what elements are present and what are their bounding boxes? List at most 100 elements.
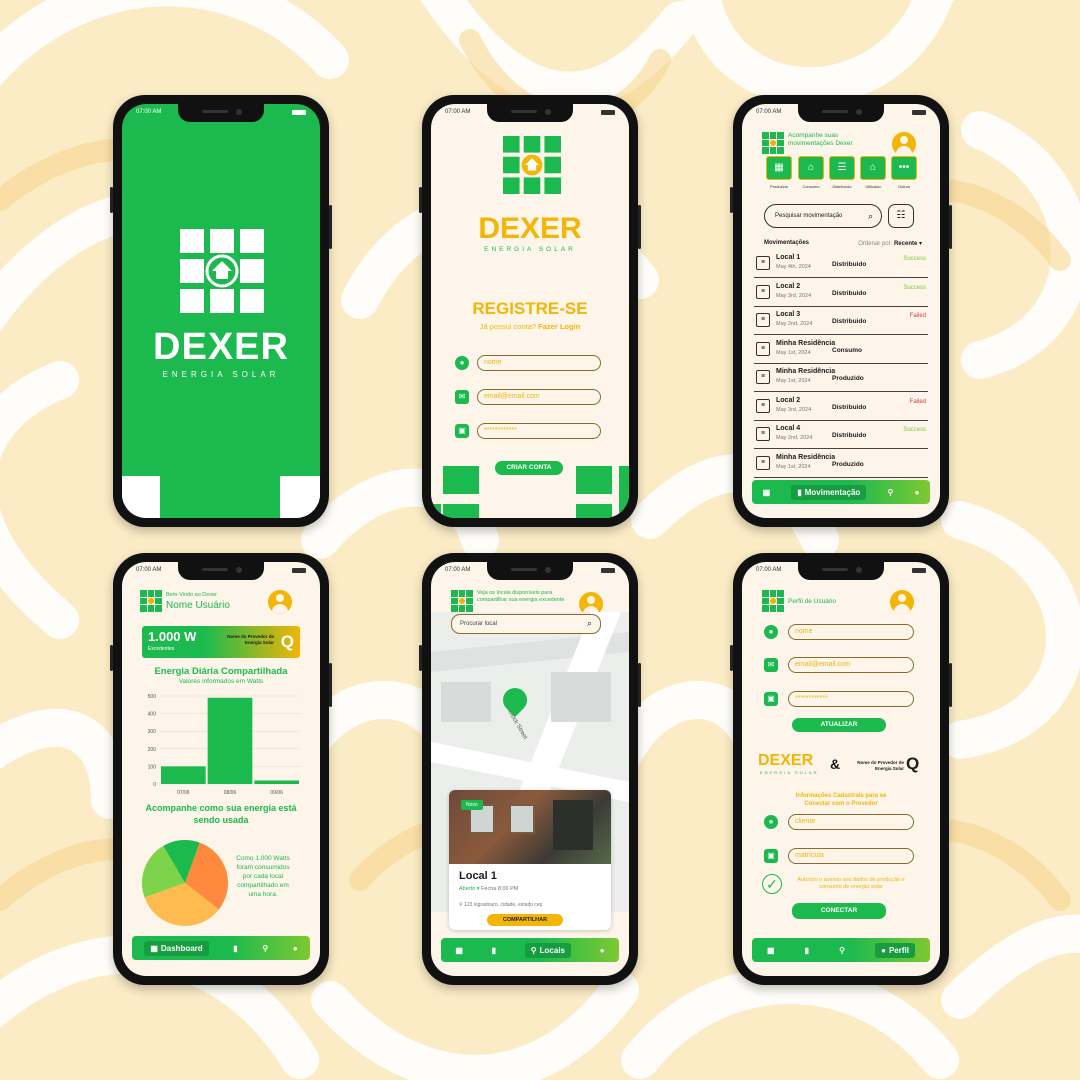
movement-row[interactable]: ≡ Local 2 May 3rd, 2024 Distribuido Success [754,279,928,307]
movement-date: May 1st, 2024 [776,378,811,384]
notch [487,104,573,122]
movement-name: Local 2 [776,396,801,404]
used-category-icon[interactable]: ⌂ [860,156,886,180]
movement-row[interactable]: ≡ Minha Residência May 1st, 2024 Produzido [754,450,928,478]
y-tick-label: 200 [148,747,157,753]
location-icon[interactable]: ⚲ [888,488,894,497]
ampersand: & [830,756,841,772]
chevron-down-icon: ▾ [918,241,922,247]
connect-button[interactable]: CONECTAR [792,903,886,919]
status-time: 07:00 AM [136,567,162,573]
grid-icon[interactable]: ▦ [455,946,463,955]
movement-type: Distribuido [832,318,867,325]
login-link[interactable]: Fazer Login [538,322,580,331]
movements-header: Acompanhe suas movimentações Dexer [788,132,853,147]
movement-search-input[interactable]: Pesquisar movimentação ⌕ [764,204,882,228]
nav-dashboard[interactable]: ▦ Dashboard [144,940,209,956]
y-tick-label: 400 [148,712,157,718]
profile-password-input[interactable]: ************ [788,691,914,707]
name-input[interactable]: nome [477,355,601,371]
lock-icon: ▣ [455,424,469,438]
user-icon[interactable]: ● [293,944,298,953]
share-button[interactable]: COMPARTILHAR [487,914,563,926]
movement-row[interactable]: ≡ Minha Residência May 1st, 2024 Produzido [754,364,928,392]
locals-header: Veja os locais disponíveis para comparti… [477,590,565,603]
distributed-category-icon[interactable]: ☰ [829,156,855,180]
register-title: REGISTRE-SE [472,299,588,318]
more-category-icon[interactable]: ••• [891,156,917,180]
chart-icon[interactable]: ▮ [492,946,496,955]
local-hours: Aberto ▾ Fecha 8:00 PM [459,886,519,892]
open-status: Aberto [459,886,476,892]
movements-screen: 07:00 AM Acompanhe suas movimentações De… [742,104,940,518]
search-icon: ⌕ [586,618,592,628]
avatar[interactable] [890,590,914,614]
movement-row[interactable]: ≡ Local 2 May 3rd, 2024 Distribuido Failed [754,393,928,421]
category-label: Outros [897,184,910,189]
grid-icon[interactable]: ▦ [767,946,775,955]
deco-square [576,466,612,494]
search-local-input[interactable]: Procurar local ⌕ [451,614,601,634]
movement-row[interactable]: ≡ Local 3 May 2nd, 2024 Distribuido Failed [754,307,928,335]
nav-profile[interactable]: ● Perfil [875,942,915,958]
grid-icon: ▦ [150,943,158,953]
category-label: Consumo [802,184,820,189]
nav-locals[interactable]: ⚲ Locais [524,942,571,958]
new-badge: Novo [461,800,483,810]
battery-icon [912,568,926,573]
nav-movements[interactable]: ▮ Movimentação [791,484,867,500]
movement-row[interactable]: ≡ Local 4 May 2nd, 2024 Distribuido Success [754,421,928,449]
filter-icon[interactable]: ☷ [888,204,914,228]
deco-square [619,466,629,518]
update-button[interactable]: ATUALIZAR [792,718,886,732]
user-name: Nome Usuário [166,600,230,611]
movement-date: May 1st, 2024 [776,349,811,356]
splash-logo-text: DEXER [153,326,289,368]
produced-category-icon[interactable]: ▦ [766,156,792,180]
password-input[interactable]: ************ [477,423,601,439]
register-screen: 07:00 AM DEXER ENERGIA SOLAR REGISTRE-SE… [431,104,629,518]
x-tick-label: 07/06 [177,790,190,796]
movement-type-icon: ≡ [756,427,770,441]
location-icon[interactable]: ⚲ [839,946,845,955]
login-prompt: Já possui conta? Fazer Login [431,322,629,331]
movement-row[interactable]: ≡ Local 1 May 4th, 2024 Distribuido Success [754,250,928,278]
email-input[interactable]: email@email.com [477,389,601,405]
chart-icon[interactable]: ▮ [233,944,237,953]
x-tick-label: 09/06 [270,790,283,796]
movement-type-icon: ≡ [756,455,770,470]
deco-square [443,466,479,494]
profile-email-input[interactable]: email@email.com [788,657,914,673]
movement-date: May 1st, 2024 [776,463,811,470]
bar [207,697,253,784]
movement-type-icon: ≡ [756,313,770,327]
notch [178,104,264,122]
movement-row[interactable]: ≡ Minha Residência May 1st, 2024 Consumo [754,336,928,364]
chart-icon[interactable]: ▮ [805,946,809,955]
grid-icon[interactable]: ▦ [763,488,771,497]
avatar[interactable] [892,132,916,156]
local-card[interactable]: Novo Local 1 Aberto ▾ Fecha 8:00 PM ⚲ 12… [449,790,611,930]
nav-profile-label: Perfil [888,945,909,955]
sort-control[interactable]: Ordenar por: Recente ▾ [858,240,922,247]
create-account-button[interactable]: CRIAR CONTA [495,461,563,475]
registration-input[interactable]: matrícula [788,848,914,864]
movement-type: Produzido [832,460,864,468]
location-icon[interactable]: ⚲ [262,944,268,953]
avatar[interactable] [268,590,292,614]
movement-type-icon: ≡ [756,370,770,384]
movement-type: Consumo [832,346,862,354]
authorize-checkbox-icon[interactable]: ✓ [762,874,782,894]
client-input[interactable]: cliente [788,814,914,830]
user-icon[interactable]: ● [915,488,920,497]
user-icon[interactable]: ● [600,946,605,955]
movement-status: Success [903,427,926,433]
profile-name-input[interactable]: nome [788,624,914,640]
list-title: Movimentações [764,240,810,246]
bar [161,766,206,784]
movement-name: Minha Residência [776,368,836,375]
consumption-category-icon[interactable]: ⌂ [798,156,824,180]
bar [254,780,299,784]
y-tick-label: 300 [148,729,157,735]
usage-title: Acompanhe como sua energia está sendo us… [145,803,297,825]
